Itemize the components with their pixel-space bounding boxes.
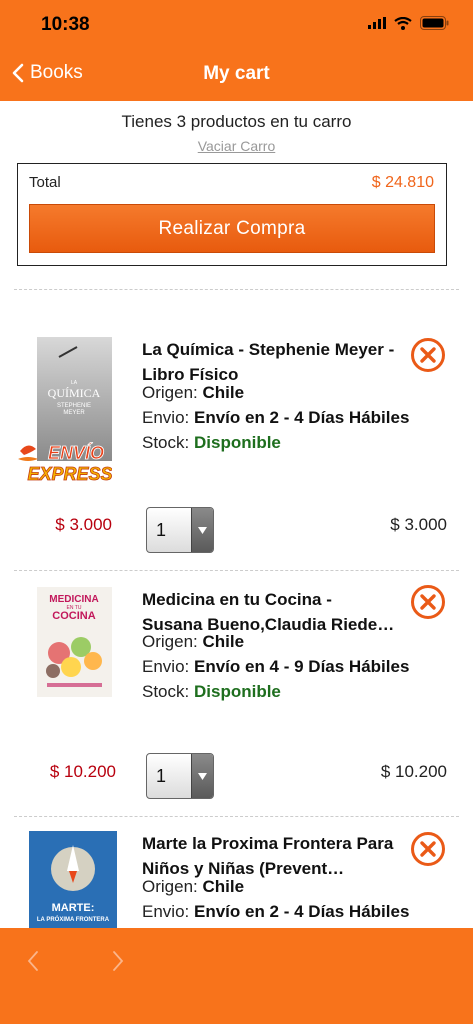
item-stock: Stock: Disponible (142, 433, 281, 452)
remove-item-button[interactable] (410, 584, 446, 620)
triangle-down-icon (191, 754, 213, 798)
cover-text: COCINA (52, 610, 95, 622)
divider (14, 570, 459, 571)
empty-cart-link[interactable]: Vaciar Carro (0, 138, 473, 154)
app-header: 10:38 Books My cart (0, 0, 473, 101)
page-title: My cart (203, 63, 270, 84)
quantity-value: 1 (156, 520, 167, 540)
item-origin: Origen: Chile (142, 383, 245, 402)
triangle-down-icon (191, 508, 213, 552)
line-total: $ 10.200 (380, 762, 447, 781)
item-origin: Origen: Chile (142, 632, 245, 651)
bottom-toolbar (0, 928, 473, 1024)
chevron-right-icon (113, 951, 124, 971)
item-origin: Origen: Chile (142, 877, 245, 896)
cover-text: MARTE: (52, 902, 95, 914)
item-title[interactable]: Marte la Proxima Frontera Para Niños y N… (142, 831, 397, 881)
book-cover[interactable]: MARTE: LA PRÓXIMA FRONTERA (29, 831, 117, 928)
quantity-value: 1 (156, 766, 167, 786)
express-badge: ENVÍO EXPRESS (18, 437, 113, 489)
book-cover[interactable]: MEDICINA EN TU COCINA (37, 587, 112, 711)
cover-text: STEPHENIE (57, 403, 91, 409)
cart-summary-text: Tienes 3 productos en tu carro (121, 112, 352, 131)
cover-text: MEDICINA (49, 594, 98, 605)
wifi-icon (394, 16, 412, 30)
cart-item: MARTE: LA PRÓXIMA FRONTERA Marte la Prox… (0, 831, 473, 928)
checkout-button[interactable]: Realizar Compra (29, 204, 435, 253)
item-shipping: Envio: Envío en 2 - 4 Días Hábiles (142, 902, 410, 921)
cart-item: LA QUÍMICA STEPHENIE MEYER ENVÍO EXPRESS… (0, 337, 473, 553)
unit-price: $ 3.000 (55, 515, 112, 534)
cover-text: MEYER (63, 410, 85, 416)
cover-text: QUÍMICA (48, 386, 101, 400)
battery-icon (420, 16, 449, 30)
item-stock: Stock: Disponible (142, 682, 281, 701)
total-value: $ 24.810 (371, 174, 434, 191)
divider (14, 289, 459, 290)
line-total: $ 3.000 (390, 515, 447, 534)
status-time: 10:38 (41, 14, 90, 35)
remove-item-button[interactable] (410, 337, 446, 373)
total-label: Total (29, 174, 61, 191)
badge-text: ENVÍO (48, 442, 104, 463)
close-circle-icon (411, 832, 445, 866)
item-shipping: Envio: Envío en 2 - 4 Días Hábiles (142, 408, 410, 427)
divider (14, 816, 459, 817)
browser-back-button[interactable] (26, 950, 40, 977)
browser-forward-button[interactable] (111, 950, 125, 977)
remove-item-button[interactable] (410, 831, 446, 867)
unit-price: $ 10.200 (49, 762, 116, 781)
item-shipping: Envio: Envío en 4 - 9 Días Hábiles (142, 657, 410, 676)
cart-item: MEDICINA EN TU COCINA Medicina en tu Coc… (0, 584, 473, 799)
chevron-left-icon (27, 951, 38, 971)
total-box: Total $ 24.810 Realizar Compra (17, 163, 447, 266)
status-icons (368, 16, 449, 30)
quantity-select[interactable]: 1 (146, 753, 214, 799)
quantity-select[interactable]: 1 (146, 507, 214, 553)
close-circle-icon (411, 585, 445, 619)
cover-text: LA PRÓXIMA FRONTERA (37, 915, 110, 923)
item-title[interactable]: La Química - Stephenie Meyer - Libro Fís… (142, 337, 397, 387)
signal-icon (368, 17, 386, 29)
badge-text: EXPRESS (27, 464, 112, 484)
item-title[interactable]: Medicina en tu Cocina - Susana Bueno,Cla… (142, 587, 397, 637)
close-circle-icon (411, 338, 445, 372)
